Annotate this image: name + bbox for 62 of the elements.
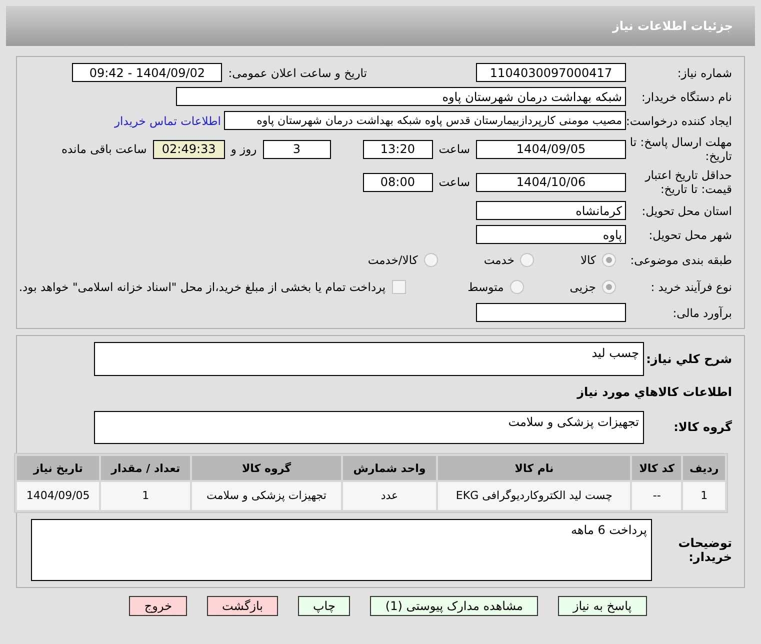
column-header: گروه کالا xyxy=(192,456,342,480)
column-header: ردیف xyxy=(683,456,725,480)
option-label: خدمت xyxy=(484,253,514,267)
field-label: حداقل تاریخ اعتبار قیمت: تا تاریخ: xyxy=(644,168,733,196)
field-label: مهلت ارسال پاسخ: تا تاریخ: xyxy=(628,135,733,163)
action-button[interactable]: بازگشت xyxy=(207,596,278,616)
option-label: کالا/خدمت xyxy=(368,253,418,267)
table-cell: 1404/09/05 xyxy=(17,482,100,510)
text-field[interactable]: 08:00 xyxy=(362,172,433,192)
table-cell: -- xyxy=(632,482,682,510)
text-field[interactable]: 1104030097000417 xyxy=(476,63,626,82)
field-label: طبقه بندی موضوعی: xyxy=(629,253,733,267)
field-label: ایجاد کننده درخواست: xyxy=(626,114,733,128)
action-button[interactable]: مشاهده مدارک پیوستی (1) xyxy=(370,596,538,616)
table-cell: چست لید الکتروکاردیوگرافی EKG xyxy=(438,482,630,510)
column-header: تاریخ نیاز xyxy=(17,456,100,480)
column-header: نام کالا xyxy=(438,456,630,480)
option-label: جزیی xyxy=(570,280,596,294)
text-field[interactable]: کرمانشاه xyxy=(476,201,626,220)
countdown-field: 02:49:33 xyxy=(152,140,225,158)
column-header: تعداد / مقدار xyxy=(101,456,190,480)
field-label: ساعت باقی مانده xyxy=(62,142,147,156)
description-box[interactable]: چسب لید xyxy=(94,342,644,376)
text-field[interactable]: پاوه xyxy=(476,225,626,244)
field-label: تاریخ و ساعت اعلان عمومی: xyxy=(228,66,367,80)
text-field[interactable]: شبکه بهداشت درمان شهرستان پاوه xyxy=(176,87,626,106)
text-field[interactable]: 3 xyxy=(262,140,331,158)
section-title: اطلاعات کالاهاي مورد نياز xyxy=(576,384,733,398)
field-label: استان محل تحویل: xyxy=(640,204,733,218)
column-header: واحد شمارش xyxy=(343,456,436,480)
field-label: روز و xyxy=(230,142,257,156)
field-label: نام دستگاه خریدار: xyxy=(640,90,733,104)
field-label: ساعت xyxy=(438,142,470,156)
field-label: شهر محل تحویل: xyxy=(648,228,733,242)
text-field[interactable]: مصیب مومنی کارپردازبیمارستان قدس پاوه شبکه بهداشت درمان شهرستان پاوه xyxy=(224,111,626,130)
table-cell: تجهیزات پزشکی و سلامت xyxy=(192,482,342,510)
column-header: کد کالا xyxy=(632,456,682,480)
page-title: جزئیات اطلاعات نیاز xyxy=(612,19,733,33)
goods-group-box[interactable]: تجهیزات پزشکی و سلامت xyxy=(94,410,644,444)
field-label: شماره نیاز: xyxy=(676,66,733,80)
field-label: نوع فرآیند خرید : xyxy=(650,280,733,294)
field-label: شرح کلي نياز: xyxy=(645,352,733,366)
table-cell: عدد xyxy=(343,482,436,510)
field-label: توضیحات خریدار: xyxy=(677,536,733,564)
text-field[interactable] xyxy=(476,303,626,322)
field-label: ساعت xyxy=(438,175,470,189)
text-field[interactable]: 1404/09/05 xyxy=(476,140,626,158)
action-button[interactable]: خروج xyxy=(129,596,187,616)
field-label: برآورد مالی: xyxy=(672,306,733,320)
text-field[interactable]: 13:20 xyxy=(362,140,433,158)
text-field[interactable]: 1404/10/06 xyxy=(476,172,626,192)
field-label: گروه کالا: xyxy=(672,420,733,434)
action-button[interactable]: چاپ xyxy=(298,596,350,616)
buyer-contact-link[interactable]: اطلاعات تماس خریدار xyxy=(114,114,221,128)
option-label: متوسط xyxy=(468,280,504,294)
text-field[interactable]: 1404/09/02 - 09:42 xyxy=(72,63,222,82)
table-cell: 1 xyxy=(683,482,725,510)
action-button[interactable]: پاسخ به نیاز xyxy=(558,596,647,616)
notes-box[interactable]: پرداخت 6 ماهه xyxy=(31,519,652,581)
checkbox-label: پرداخت تمام یا بخشی از مبلغ خرید،از محل "اسناد خزانه اسلامی" خواهد بود. xyxy=(18,280,386,294)
option-label: کالا xyxy=(580,253,596,267)
table-cell: 1 xyxy=(101,482,190,510)
